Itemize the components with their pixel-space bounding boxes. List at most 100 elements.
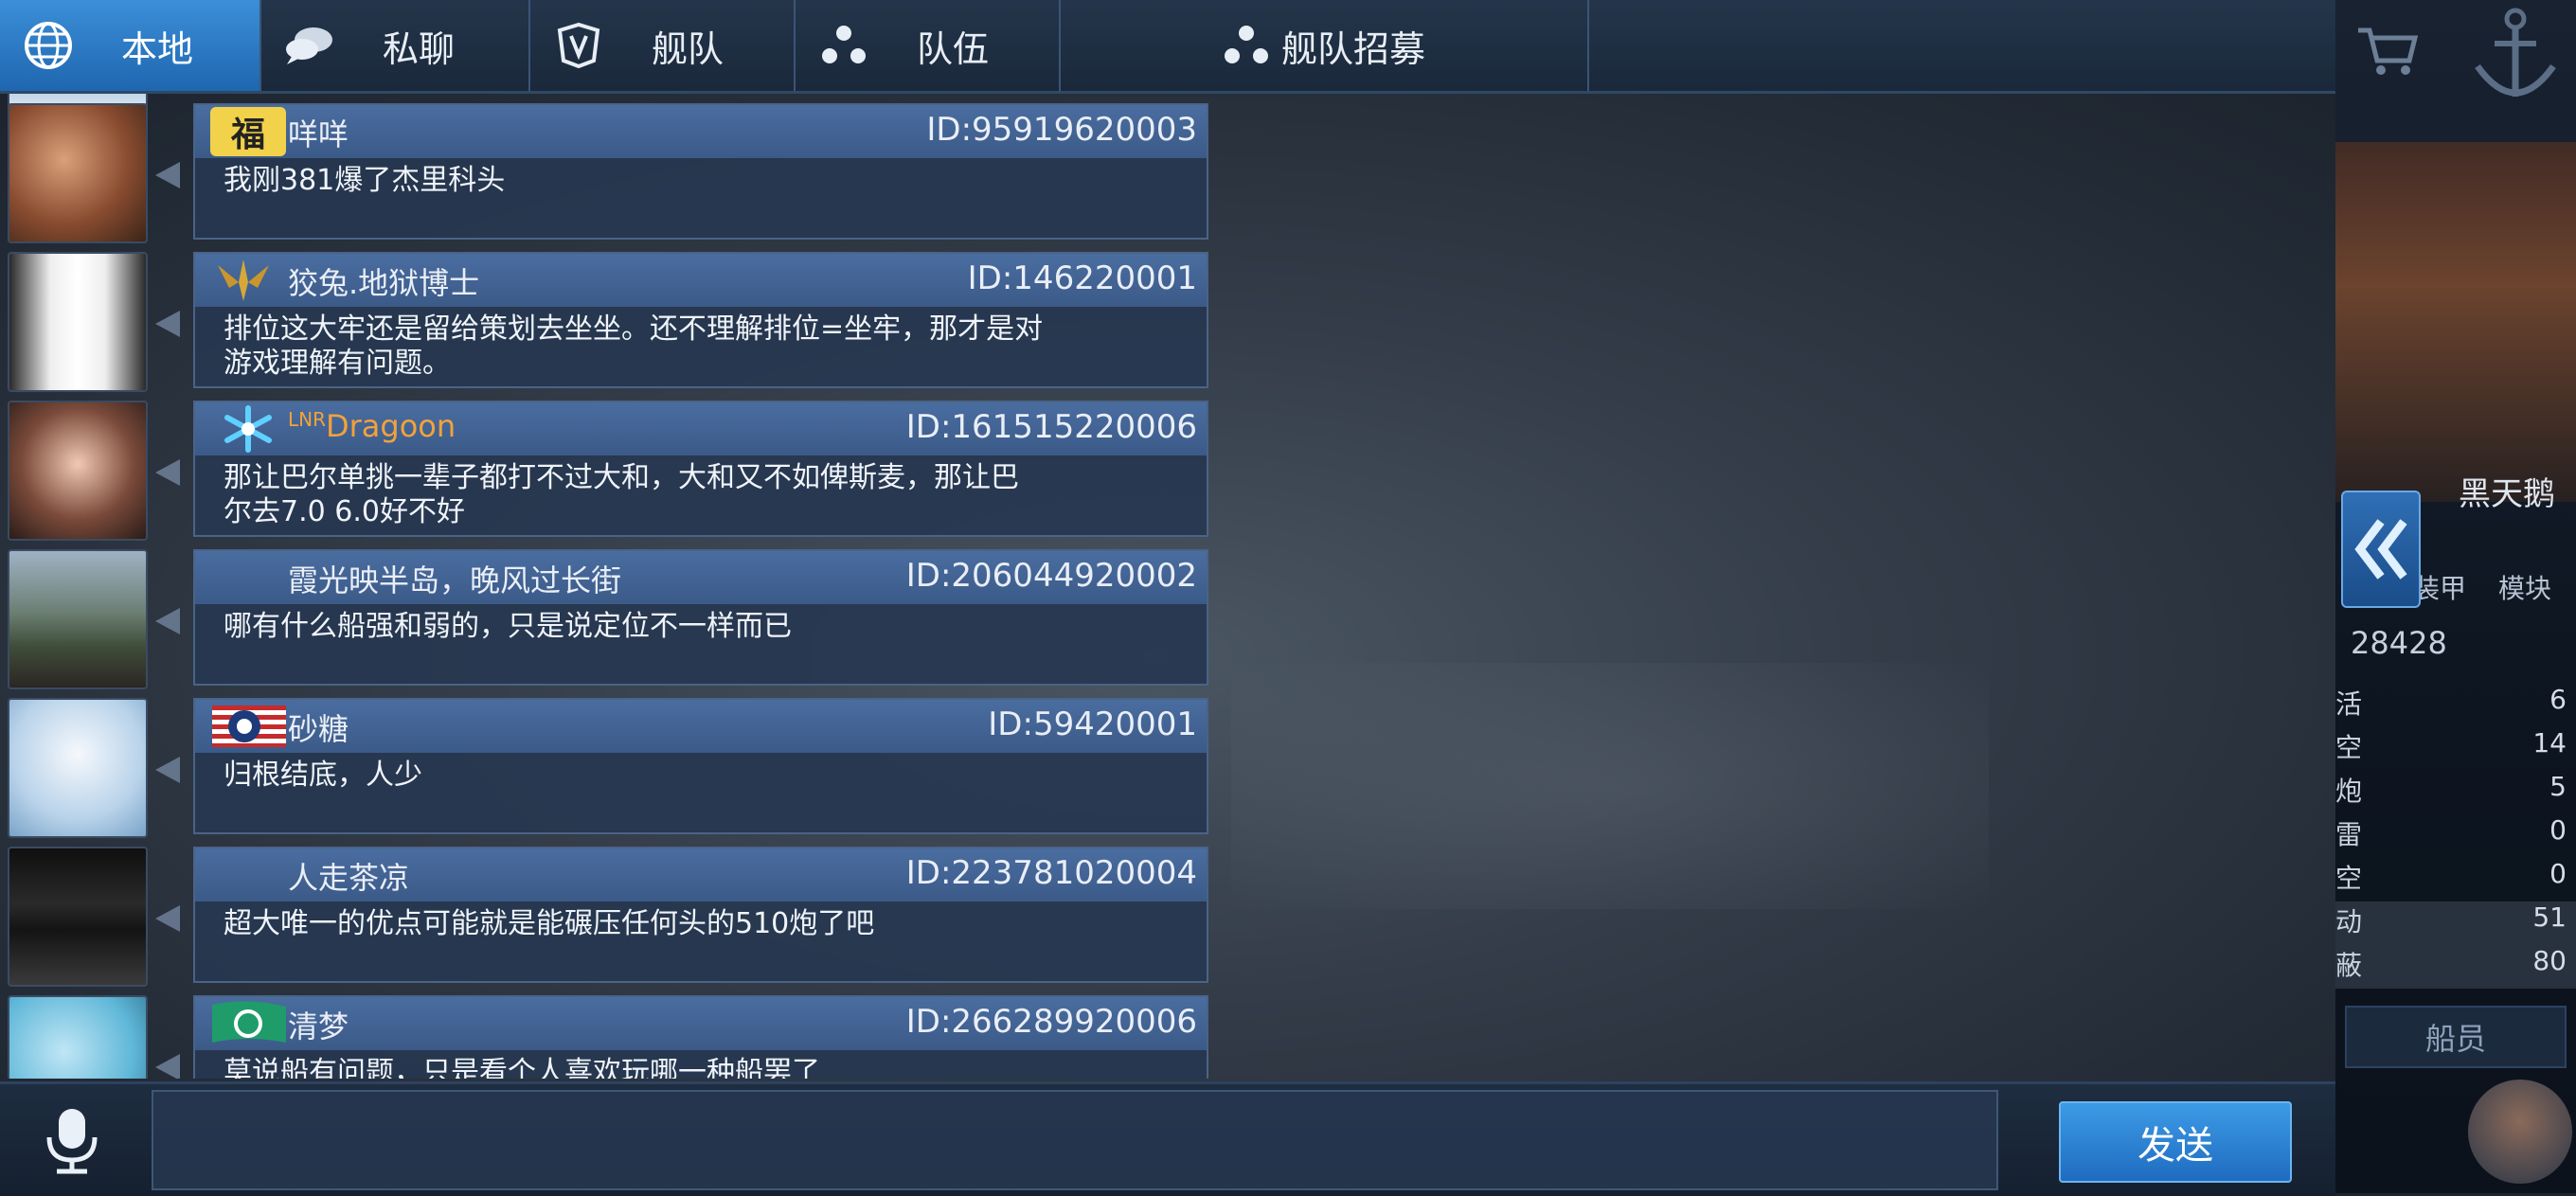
avatar[interactable]	[8, 995, 148, 1079]
tab-private-chat-label: 私聊	[383, 27, 456, 70]
bubble-pointer	[155, 905, 180, 932]
chat-tab-bar: 本地 私聊 舰队 队伍 舰队招募	[0, 0, 2335, 94]
message-text: 我刚381爆了杰里科头	[224, 164, 506, 197]
message-text: 排位这大牢还是留给策划去坐坐。还不理解排位=坐牢，那才是对 游戏理解有问题。	[224, 312, 1044, 380]
tab-fleet-recruit-label: 舰队招募	[1280, 27, 1425, 70]
chat-message-list[interactable]: 福 咩咩 ID:95919620003 我刚381爆了杰里科头 狡兔.地狱博士 …	[0, 94, 2335, 1079]
green-flag-badge-icon	[210, 999, 286, 1048]
crew-button[interactable]: 船员	[2345, 1006, 2567, 1068]
tab-fleet[interactable]: 舰队	[530, 0, 796, 91]
message-bubble: 霞光映半岛，晚风过长街 ID:206044920002 哪有什么船强和弱的，只是…	[193, 549, 1208, 686]
chat-message: 砂糖 ID:59420001 归根结底，人少	[0, 688, 1212, 838]
globe-icon	[21, 18, 76, 73]
sender-name[interactable]: 霞光映半岛，晚风过长街	[288, 557, 621, 600]
avatar[interactable]	[8, 252, 148, 392]
avatar[interactable]	[8, 698, 148, 838]
shop-cart-icon[interactable]	[2354, 23, 2421, 80]
message-header: LNRDragoon ID:161515220006	[195, 402, 1207, 455]
message-text: 那让巴尔单挑一辈子都打不过大和，大和又不如俾斯麦，那让巴 尔去7.0 6.0好不…	[224, 461, 1019, 528]
tab-armor[interactable]: 装甲	[2413, 568, 2466, 606]
sender-id: ID:146220001	[967, 259, 1197, 297]
fleet-emblem-icon	[551, 18, 606, 73]
message-bubble: 福 咩咩 ID:95919620003 我刚381爆了杰里科头	[193, 103, 1208, 240]
stats-list: 活6 空 14 炮5 雷0 空0 动 51 蔽 80	[2335, 684, 2576, 989]
sender-name[interactable]: 砂糖	[288, 705, 349, 749]
sender-id: ID:206044920002	[905, 557, 1197, 595]
snowflake-badge-icon	[210, 404, 286, 454]
message-bubble: 清梦 ID:266289920006 莫说船有问题，只是看个人喜欢玩哪一种船罢了	[193, 995, 1208, 1079]
tab-fleet-recruit[interactable]: 舰队招募	[1061, 0, 1589, 91]
ship-preview-image	[2335, 142, 2576, 502]
avatar[interactable]	[8, 847, 148, 987]
message-bubble: 狡兔.地狱博士 ID:146220001 排位这大牢还是留给策划去坐坐。还不理解…	[193, 252, 1208, 388]
chat-input-bar: 发送	[0, 1081, 2335, 1196]
team-dots-icon	[1223, 24, 1270, 67]
tab-module[interactable]: 模块	[2498, 568, 2551, 606]
sender-name[interactable]: 人走茶凉	[288, 854, 409, 898]
avatar[interactable]	[8, 549, 148, 689]
sender-name[interactable]: LNRDragoon	[288, 408, 456, 444]
sender-id: ID:59420001	[988, 705, 1197, 743]
message-bubble: 砂糖 ID:59420001 归根结底，人少	[193, 698, 1208, 834]
sender-name-text: Dragoon	[326, 408, 456, 444]
message-text: 超大唯一的优点可能就是能碾压任何头的510炮了吧	[224, 907, 875, 940]
flag-badge-icon	[210, 702, 286, 751]
chat-message: 狡兔.地狱博士 ID:146220001 排位这大牢还是留给策划去坐坐。还不理解…	[0, 242, 1212, 392]
sender-name[interactable]: 狡兔.地狱博士	[288, 259, 479, 303]
ship-name: 黑天鹅	[2459, 475, 2555, 513]
sender-id: ID:266289920006	[905, 1003, 1197, 1041]
chat-message: 人走茶凉 ID:223781020004 超大唯一的优点可能就是能碾压任何头的5…	[0, 837, 1212, 987]
stat-row: 动 51	[2335, 901, 2576, 945]
chat-message: LNRDragoon ID:161515220006 那让巴尔单挑一辈子都打不过…	[0, 391, 1212, 541]
tab-private-chat[interactable]: 私聊	[261, 0, 530, 91]
message-bubble: LNRDragoon ID:161515220006 那让巴尔单挑一辈子都打不过…	[193, 401, 1208, 537]
message-header: 人走茶凉 ID:223781020004	[195, 848, 1207, 901]
tab-local[interactable]: 本地	[0, 0, 261, 91]
sender-name-prefix: LNR	[288, 408, 326, 431]
chat-input-field[interactable]	[152, 1090, 1998, 1190]
tab-team-label: 队伍	[917, 27, 990, 70]
collapse-chat-button[interactable]	[2341, 491, 2421, 608]
message-text: 莫说船有问题，只是看个人喜欢玩哪一种船罢了	[224, 1056, 820, 1079]
stat-row: 活6	[2335, 684, 2567, 720]
tab-team[interactable]: 队伍	[796, 0, 1061, 91]
team-dots-icon	[816, 18, 871, 73]
stat-row: 空 14	[2335, 727, 2567, 763]
power-value: 28428	[2351, 625, 2447, 661]
chat-message: 霞光映半岛，晚风过长街 ID:206044920002 哪有什么船强和弱的，只是…	[0, 540, 1212, 689]
bubble-pointer	[155, 608, 180, 634]
bubble-pointer	[155, 1054, 180, 1079]
chat-message: 福 咩咩 ID:95919620003 我刚381爆了杰里科头	[0, 94, 1212, 243]
bubble-pointer	[155, 311, 180, 337]
message-header: 砂糖 ID:59420001	[195, 700, 1207, 753]
message-bubble: 人走茶凉 ID:223781020004 超大唯一的优点可能就是能碾压任何头的5…	[193, 847, 1208, 983]
sender-name[interactable]: 清梦	[288, 1003, 349, 1046]
tab-fleet-label: 舰队	[652, 27, 724, 70]
message-text: 哪有什么船强和弱的，只是说定位不一样而已	[224, 610, 792, 643]
message-header: 清梦 ID:266289920006	[195, 997, 1207, 1050]
message-text: 归根结底，人少	[224, 759, 422, 792]
message-header: 福 咩咩 ID:95919620003	[195, 105, 1207, 158]
send-button[interactable]: 发送	[2059, 1101, 2292, 1183]
stat-row: 炮5	[2335, 771, 2567, 807]
avatar[interactable]	[8, 103, 148, 243]
bubble-pointer	[155, 459, 180, 486]
stat-row: 雷0	[2335, 814, 2567, 850]
message-header: 狡兔.地狱博士 ID:146220001	[195, 254, 1207, 307]
bubble-pointer	[155, 757, 180, 783]
anchor-icon[interactable]	[2468, 6, 2563, 110]
bubble-pointer	[155, 162, 180, 188]
avatar[interactable]	[8, 401, 148, 541]
microphone-icon[interactable]	[36, 1105, 108, 1177]
sender-id: ID:161515220006	[905, 408, 1197, 446]
sender-id: ID:95919620003	[926, 111, 1197, 149]
stat-row: 蔽 80	[2335, 945, 2576, 989]
captain-avatar[interactable]	[2468, 1080, 2572, 1184]
sender-name[interactable]: 咩咩	[288, 111, 349, 154]
speech-bubble-icon	[282, 18, 337, 73]
gold-wings-badge-icon	[210, 256, 286, 305]
chat-message: 清梦 ID:266289920006 莫说船有问题，只是看个人喜欢玩哪一种船罢了	[0, 986, 1212, 1079]
double-chevron-left-icon	[2354, 519, 2407, 580]
message-header: 霞光映半岛，晚风过长街 ID:206044920002	[195, 551, 1207, 604]
sender-id: ID:223781020004	[905, 854, 1197, 892]
